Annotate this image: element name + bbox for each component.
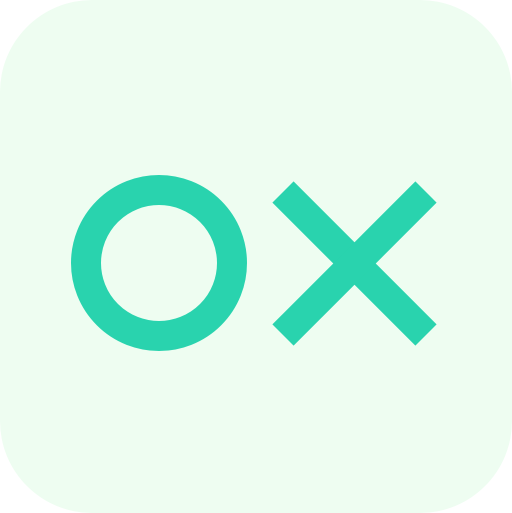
app-icon[interactable] — [0, 0, 512, 513]
app-icon-graphic — [0, 0, 512, 513]
